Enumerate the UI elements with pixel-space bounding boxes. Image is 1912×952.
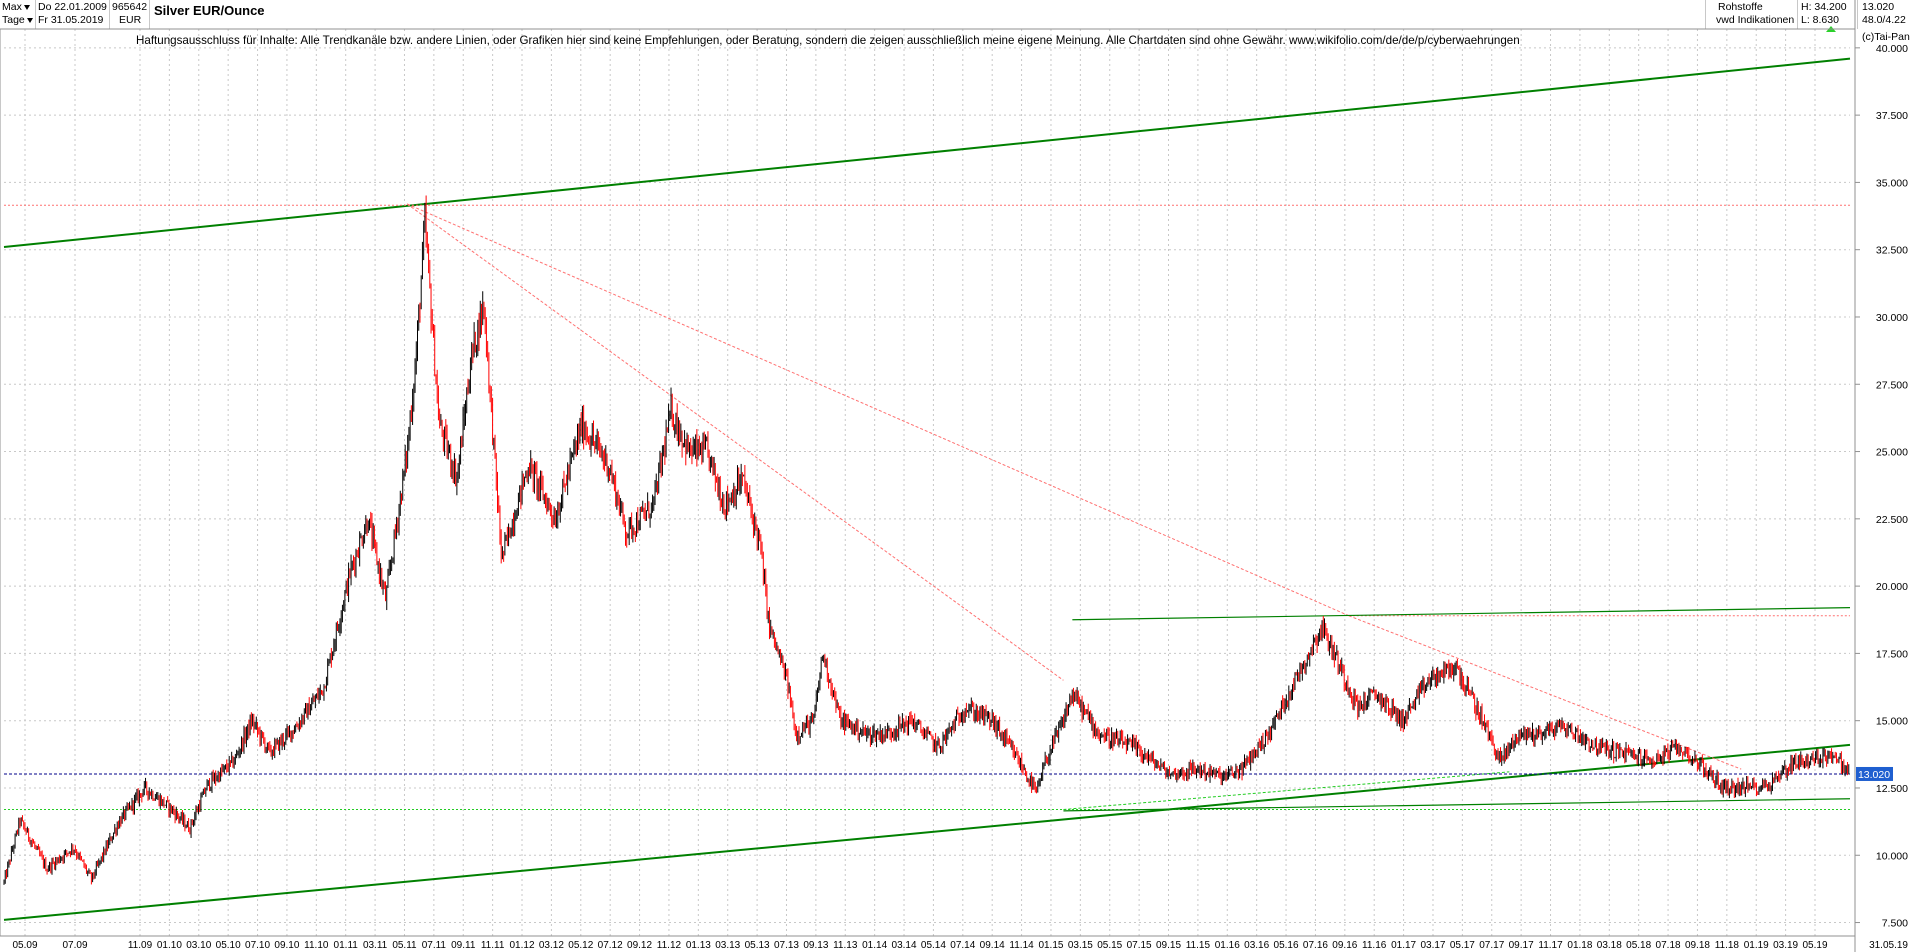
x-tick-label: 09.14 [980, 940, 1005, 951]
price-chart[interactable]: 7.500 10.000 12.500 15.000 17.500 20.000 22.50… [0, 0, 1912, 952]
annotations [3, 57, 1851, 921]
x-tick-label: 09.12 [627, 940, 652, 951]
y-tick-label: 25.000 [1876, 447, 1908, 459]
x-tick-label: 01.17 [1391, 940, 1416, 951]
x-tick-label: 11.11 [481, 940, 505, 951]
y-tick-label: 22.500 [1876, 514, 1908, 526]
y-tick-label: 32.500 [1876, 245, 1908, 257]
resistance-line [406, 203, 1064, 681]
x-tick-label: 11.15 [1186, 940, 1211, 951]
x-tick-label: 05.13 [745, 940, 770, 951]
x-tick-label: 05.14 [921, 940, 946, 951]
x-tick-label: 11.16 [1362, 940, 1387, 951]
resistance-line [1348, 615, 1742, 770]
x-tick-label: 07.15 [1127, 940, 1152, 951]
x-tick-end-label: 31.05.19 [1869, 940, 1908, 951]
x-tick-label: 01.11 [334, 940, 359, 951]
x-tick-label: 03.11 [363, 940, 388, 951]
current-price-label: 13.020 [1858, 769, 1890, 781]
x-tick-label: 03.19 [1773, 940, 1798, 951]
x-tick-label: 03.12 [539, 940, 564, 951]
x-tick-label: 01.14 [862, 940, 887, 951]
x-tick-label: 07.16 [1303, 940, 1328, 951]
y-tick-label: 27.500 [1876, 379, 1908, 391]
y-tick-label: 37.500 [1876, 110, 1908, 122]
candles [3, 195, 1850, 885]
y-tick-label: 12.500 [1876, 783, 1908, 795]
x-tick-label: 05.15 [1097, 940, 1122, 951]
x-tick-label: 11.09 [128, 940, 153, 951]
lower-channel-line [3, 743, 1851, 921]
axes: 7.500 10.000 12.500 15.000 17.500 20.000 22.50… [0, 0, 1908, 952]
x-tick-label: 03.16 [1244, 940, 1269, 951]
x-tick-label: 03.18 [1597, 940, 1622, 951]
x-tick-label: 09.13 [803, 940, 828, 951]
x-tick-label: 03.14 [892, 940, 917, 951]
x-tick-label: 01.19 [1744, 940, 1769, 951]
x-tick-label: 01.16 [1215, 940, 1240, 951]
x-tick-label: 09.17 [1509, 940, 1534, 951]
upper-channel-line [3, 57, 1851, 248]
x-tick-label: 07.17 [1479, 940, 1504, 951]
x-tick-label: 01.12 [510, 940, 535, 951]
x-tick-label: 07.09 [62, 940, 87, 951]
x-tick-label: 09.15 [1156, 940, 1181, 951]
y-tick-label: 20.000 [1876, 581, 1908, 593]
x-tick-label: 07.11 [422, 940, 447, 951]
x-tick-label: 05.18 [1626, 940, 1651, 951]
x-tick-label: 05.12 [568, 940, 593, 951]
x-tick-label: 01.13 [686, 940, 711, 951]
x-tick-label: 01.15 [1038, 940, 1063, 951]
x-tick-label: 11.18 [1715, 940, 1740, 951]
plot-frame [0, 28, 1856, 937]
x-tick-label: 07.14 [950, 940, 975, 951]
x-tick-label: 09.18 [1685, 940, 1710, 951]
x-tick-label: 01.10 [157, 940, 182, 951]
x-tick-label: 05.10 [216, 940, 241, 951]
y-tick-label: 40.000 [1876, 43, 1908, 55]
y-tick-label: 15.000 [1876, 716, 1908, 728]
grid [4, 29, 1850, 936]
x-tick-label: 07.10 [245, 940, 270, 951]
x-tick-label: 05.16 [1274, 940, 1299, 951]
x-tick-label: 07.12 [598, 940, 623, 951]
x-tick-label: 11.17 [1538, 940, 1563, 951]
y-tick-label: 30.000 [1876, 312, 1908, 324]
resistance-line [406, 203, 1350, 617]
x-tick-label: 03.13 [715, 940, 740, 951]
x-tick-label: 09.16 [1332, 940, 1357, 951]
x-tick-label: 11.13 [833, 940, 858, 951]
x-tick-label: 07.18 [1656, 940, 1681, 951]
y-tick-label: 7.500 [1882, 918, 1908, 930]
x-tick-label: 09.11 [451, 940, 476, 951]
x-tick-label: 03.10 [186, 940, 211, 951]
x-tick-label: 03.17 [1420, 940, 1445, 951]
x-tick-label: 05.19 [1802, 940, 1827, 951]
x-tick-label: 05.09 [12, 940, 37, 951]
x-tick-label: 05.11 [392, 940, 417, 951]
upper-green-line [1072, 607, 1851, 621]
x-tick-label: 11.12 [657, 940, 682, 951]
x-tick-label: 01.18 [1567, 940, 1592, 951]
x-tick-label: 11.10 [304, 940, 329, 951]
y-tick-label: 35.000 [1876, 177, 1908, 189]
x-tick-label: 03.15 [1068, 940, 1093, 951]
y-tick-label: 10.000 [1876, 850, 1908, 862]
disclaimer-text: Haftungsausschluss für Inhalte: Alle Tre… [136, 34, 1520, 47]
x-tick-label: 11.14 [1009, 940, 1034, 951]
y-tick-label: 17.500 [1876, 648, 1908, 660]
x-tick-label: 05.17 [1450, 940, 1475, 951]
x-tick-label: 09.10 [274, 940, 299, 951]
x-tick-label: 07.13 [774, 940, 799, 951]
